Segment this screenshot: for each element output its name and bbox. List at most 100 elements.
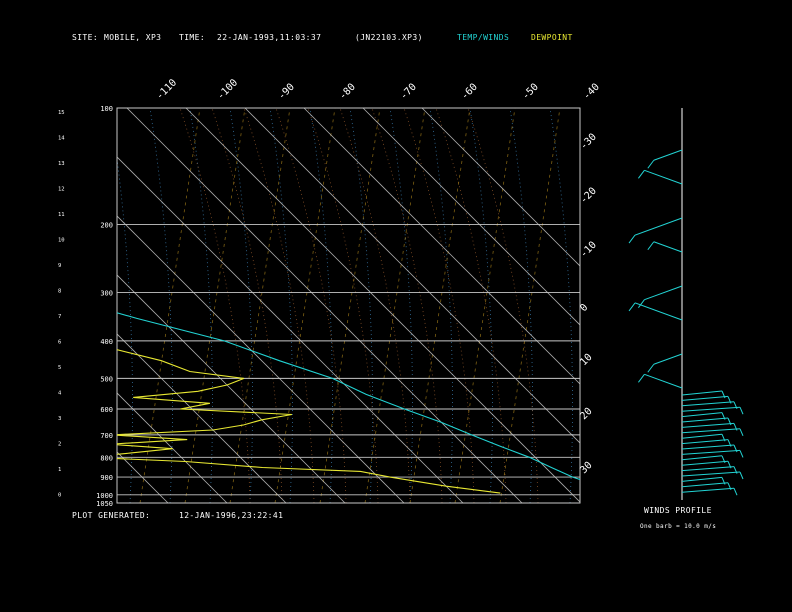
- wind-barb: [653, 353, 683, 365]
- height-tick-label: 7: [58, 314, 61, 320]
- height-tick-label: 15: [58, 110, 65, 116]
- wind-barb: [681, 487, 735, 493]
- height-tick-label: 12: [58, 187, 65, 193]
- height-tick-label: 10: [58, 238, 65, 244]
- height-tick-label: 11: [58, 212, 65, 218]
- isotherm-line: [117, 392, 228, 503]
- pressure-tick-label: 400: [100, 338, 113, 346]
- wind-barb: [681, 422, 735, 428]
- wind-barb: [681, 401, 735, 407]
- wind-barb-flag: [739, 471, 744, 480]
- isotherm-line: [0, 108, 50, 503]
- wind-barb: [681, 444, 735, 450]
- wind-barb-flag: [638, 170, 645, 179]
- height-tick-label: 14: [58, 136, 65, 142]
- mixing-ratio-line: [454, 108, 516, 503]
- isotherm-line: [117, 274, 346, 503]
- moist-adiabat-line: [211, 108, 283, 503]
- height-tick-label: 5: [58, 365, 61, 371]
- top-temp-tick-label: -60: [459, 82, 480, 103]
- pressure-tick-label: 900: [100, 474, 113, 482]
- dry-adiabat-line: [149, 108, 173, 503]
- pressure-tick-label: 700: [100, 432, 113, 440]
- pressure-tick-label: 800: [100, 454, 113, 462]
- isotherm-line: [117, 451, 169, 503]
- wind-barb-flag: [638, 374, 645, 383]
- mixing-ratio-line: [364, 108, 426, 503]
- isotherm-line: [0, 108, 109, 503]
- right-temp-tick-label: -30: [578, 132, 599, 153]
- moist-adiabat-line: [339, 108, 411, 503]
- wind-barb: [681, 449, 741, 455]
- dry-adiabat-line: [229, 108, 253, 503]
- height-tick-label: 1: [58, 467, 61, 473]
- wind-barb-flag: [647, 241, 655, 251]
- height-tick-label: 0: [58, 493, 61, 499]
- winds-profile-title: WINDS PROFILE: [644, 506, 712, 515]
- wind-barb: [681, 412, 723, 418]
- wind-barb: [681, 466, 735, 472]
- wind-barb: [681, 460, 729, 466]
- height-tick-label: 8: [58, 289, 61, 295]
- footer-generated-label: PLOT GENERATED:: [72, 511, 151, 520]
- top-temp-tick-label: -50: [520, 82, 541, 103]
- pressure-tick-label: 200: [100, 221, 113, 229]
- wind-barb: [653, 149, 683, 161]
- wind-barb: [681, 476, 723, 482]
- pressure-tick-label: 600: [100, 406, 113, 414]
- wind-barb: [634, 217, 683, 236]
- mixing-ratio-line: [409, 108, 471, 503]
- wind-barb-flag: [733, 488, 738, 496]
- wind-barb-flag: [739, 428, 744, 436]
- moist-adiabat-line: [371, 108, 443, 503]
- top-temp-tick-label: -70: [398, 82, 419, 103]
- mixing-ratio-line: [319, 108, 381, 503]
- wind-barb-flag: [647, 363, 655, 373]
- isotherm-line: [185, 108, 580, 503]
- height-tick-label: 3: [58, 416, 61, 422]
- wind-barb: [644, 169, 683, 185]
- dry-adiabat-line: [349, 108, 373, 503]
- mixing-ratio-line: [139, 108, 201, 503]
- footer-generated-value: 12-JAN-1996,23:22:41: [179, 511, 284, 520]
- top-temp-tick-label: -80: [337, 82, 358, 103]
- dry-adiabat-line: [269, 108, 293, 503]
- wind-barb-flag: [628, 234, 636, 244]
- wind-barb: [644, 373, 683, 389]
- pressure-tick-label: 300: [100, 290, 113, 298]
- right-temp-tick-label: 20: [578, 406, 594, 422]
- background-lines: [117, 108, 573, 503]
- right-temp-tick-label: -20: [578, 186, 599, 207]
- isotherm-line: [117, 156, 464, 503]
- wind-barb: [681, 471, 741, 477]
- moist-adiabat-line: [243, 108, 315, 503]
- top-temp-tick-label: -90: [276, 82, 297, 103]
- wind-barb-flag: [647, 159, 655, 169]
- right-temp-tick-label: -10: [578, 240, 599, 261]
- pressure-tick-label: 1050: [96, 500, 113, 508]
- isotherm-line: [421, 108, 580, 267]
- isotherm-line: [117, 333, 287, 503]
- wind-barb: [681, 428, 741, 434]
- isotherm-line: [362, 108, 580, 326]
- height-tick-label: 2: [58, 442, 61, 448]
- moist-adiabat-line: [275, 108, 347, 503]
- mixing-ratio-line: [499, 108, 561, 503]
- height-tick-label: 13: [58, 161, 65, 167]
- pressure-tick-label: 1000: [96, 492, 113, 500]
- wind-barb-flag: [628, 302, 636, 312]
- isotherm-line: [126, 108, 523, 503]
- wind-barb: [681, 482, 729, 488]
- top-temp-tick-label: -40: [581, 82, 602, 103]
- wind-barb: [644, 285, 683, 301]
- wind-barb: [681, 417, 729, 423]
- moist-adiabat-line: [435, 108, 507, 503]
- winds-profile-note: One barb = 10.0 m/s: [640, 523, 717, 530]
- wind-barb: [681, 390, 723, 396]
- height-tick-label: 6: [58, 340, 61, 346]
- mixing-ratio-line: [184, 108, 246, 503]
- height-tick-label: 4: [58, 391, 62, 397]
- dry-adiabat-line: [429, 108, 453, 503]
- wind-barb: [681, 439, 729, 445]
- dry-adiabat-line: [389, 108, 413, 503]
